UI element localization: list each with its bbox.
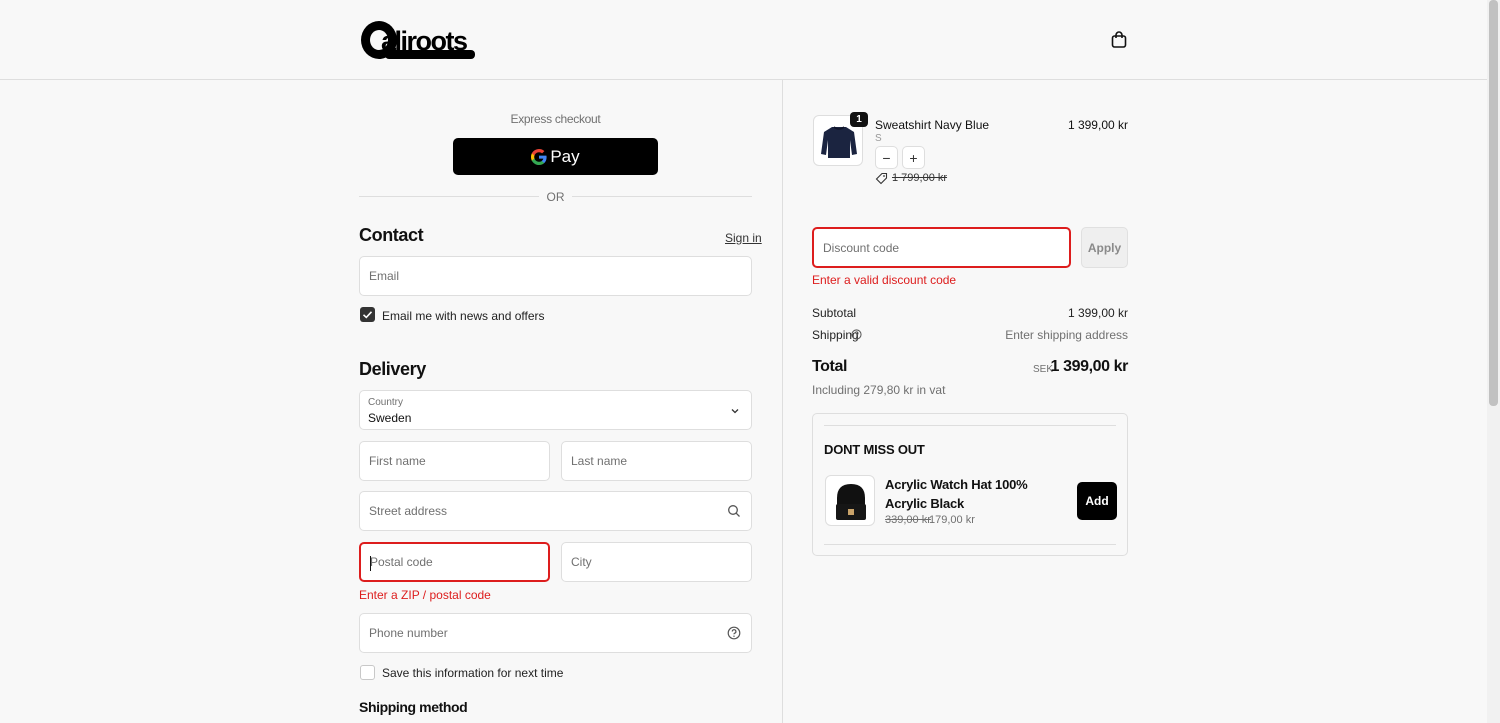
first-name-field[interactable]: First name — [359, 441, 550, 481]
shopping-bag-icon[interactable] — [1109, 30, 1129, 50]
last-name-field[interactable]: Last name — [561, 441, 752, 481]
vat-note: Including 279,80 kr in vat — [812, 383, 946, 397]
street-address-placeholder: Street address — [369, 504, 448, 518]
product-name: Sweatshirt Navy Blue — [875, 118, 990, 132]
increment-quantity-button[interactable]: + — [902, 146, 925, 169]
upsell-product-name: Acrylic Watch Hat 100% Acrylic Black — [885, 477, 1028, 511]
upsell-card: DONT MISS OUT Acrylic Watch Hat 100% Acr… — [812, 413, 1128, 556]
upsell-title: DONT MISS OUT — [824, 442, 925, 457]
upsell-new-price: 179,00 kr — [929, 514, 975, 526]
upsell-thumbnail — [825, 475, 875, 526]
divider-line — [824, 544, 1116, 545]
country-label: Country — [368, 397, 404, 408]
checkmark-icon — [362, 311, 373, 319]
city-field[interactable]: City — [561, 542, 752, 582]
column-divider — [782, 80, 783, 723]
upsell-add-button[interactable]: Add — [1077, 482, 1117, 520]
subtotal-value: 1 399,00 kr — [1067, 306, 1128, 320]
subtotal-label: Subtotal — [812, 306, 857, 320]
scrollbar-thumb[interactable] — [1489, 0, 1498, 406]
apply-discount-button[interactable]: Apply — [1081, 227, 1128, 268]
phone-placeholder: Phone number — [369, 626, 448, 640]
phone-field[interactable]: Phone number — [359, 613, 752, 653]
postal-code-placeholder: Postal code — [370, 555, 433, 569]
google-g-icon — [531, 148, 547, 165]
last-name-placeholder: Last name — [571, 454, 628, 468]
shipping-method-heading: Shipping method — [359, 699, 468, 715]
postal-code-field[interactable]: Postal code — [359, 542, 550, 582]
total-value: 1 399,00 kr — [1050, 358, 1129, 375]
google-pay-button[interactable]: Pay — [453, 138, 658, 175]
price-tag-icon — [875, 172, 888, 185]
product-variant: S — [875, 133, 882, 144]
total-label: Total — [812, 358, 848, 375]
street-address-field[interactable]: Street address — [359, 491, 752, 531]
discount-code-placeholder: Discount code — [823, 240, 900, 255]
delivery-heading: Delivery — [359, 359, 426, 379]
contact-heading: Contact — [359, 225, 424, 245]
beanie-image — [836, 484, 866, 520]
email-placeholder: Email — [369, 269, 400, 283]
decrement-quantity-button[interactable]: − — [875, 146, 898, 169]
first-name-placeholder: First name — [369, 454, 426, 468]
help-circle-icon[interactable] — [727, 626, 741, 640]
site-header: aliroots — [0, 0, 1487, 80]
sign-in-link[interactable]: Sign in — [725, 231, 762, 245]
google-pay-label: Pay — [550, 146, 580, 166]
help-circle-icon[interactable] — [851, 329, 862, 340]
city-placeholder: City — [571, 555, 592, 569]
country-select[interactable]: Country Sweden — [359, 390, 752, 430]
newsletter-label: Email me with news and offers — [382, 309, 545, 323]
aliroots-logo[interactable]: aliroots — [361, 20, 475, 60]
shipping-value: Enter shipping address — [1005, 328, 1128, 342]
svg-text:aliroots: aliroots — [381, 26, 467, 56]
discount-code-error: Enter a valid discount code — [812, 273, 957, 287]
or-divider: OR — [359, 189, 752, 205]
discount-code-field[interactable]: Discount code — [812, 227, 1071, 268]
divider-line — [824, 425, 1116, 426]
save-info-label: Save this information for next time — [382, 666, 564, 680]
product-price: 1 399,00 kr — [1067, 118, 1128, 132]
save-info-checkbox[interactable] — [360, 665, 375, 680]
compare-at-price: 1 799,00 kr — [892, 172, 948, 184]
postal-code-error: Enter a ZIP / postal code — [359, 588, 491, 602]
search-icon — [728, 505, 740, 517]
chevron-down-icon — [731, 409, 739, 414]
or-label: OR — [546, 190, 565, 204]
quantity-badge: 1 — [850, 112, 868, 127]
country-value: Sweden — [368, 411, 412, 425]
express-checkout-label: Express checkout — [510, 112, 601, 126]
newsletter-checkbox[interactable] — [360, 307, 375, 322]
upsell-old-price: 339,00 kr — [885, 514, 931, 526]
email-field[interactable]: Email — [359, 256, 752, 296]
